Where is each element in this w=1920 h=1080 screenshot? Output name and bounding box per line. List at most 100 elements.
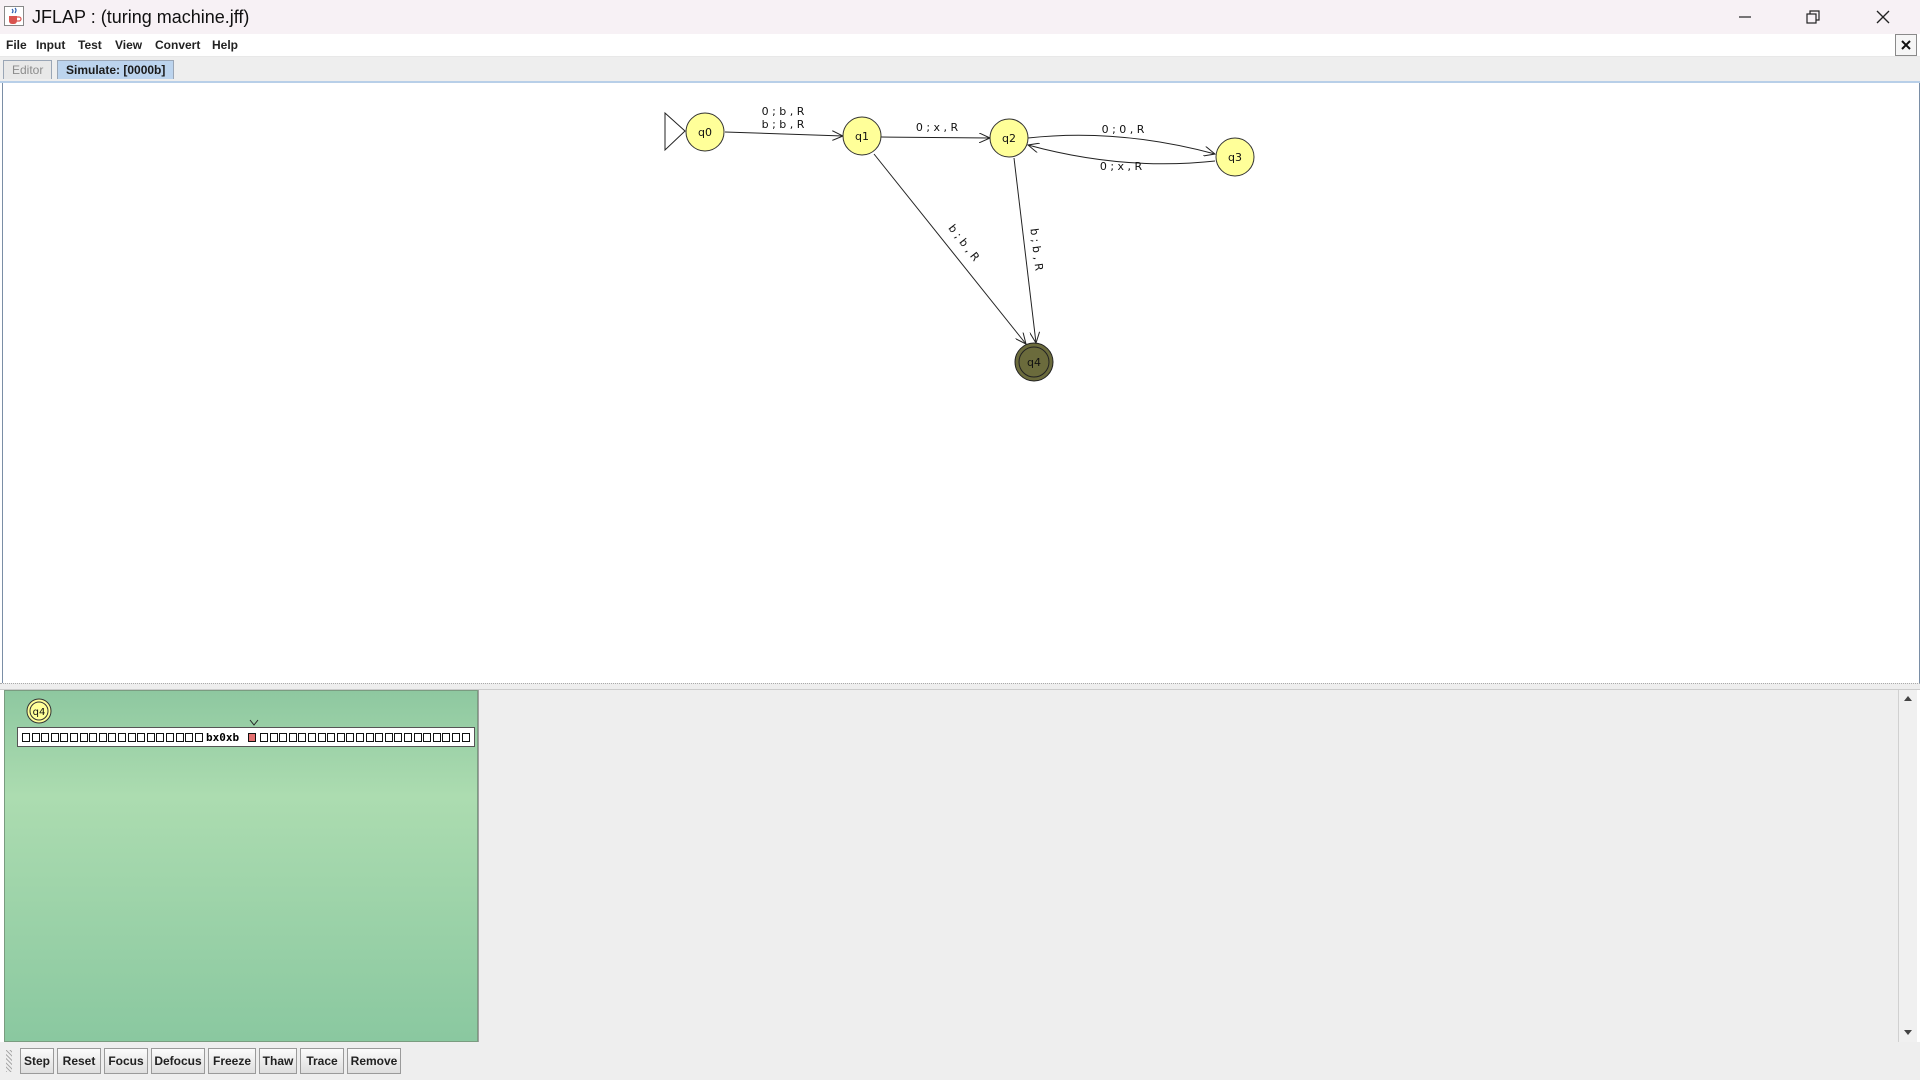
tape-blank-cell xyxy=(260,733,268,742)
tape-blank-cell xyxy=(423,733,432,742)
tape-blank-cell xyxy=(452,733,460,742)
menu-help[interactable]: Help xyxy=(212,38,238,52)
tape-blank-cell xyxy=(461,733,470,742)
menu-test[interactable]: Test xyxy=(78,38,102,52)
scroll-up-icon[interactable] xyxy=(1902,693,1914,703)
java-cup-icon xyxy=(4,6,24,26)
tape-blank-cell xyxy=(137,733,146,742)
tape-blank-cell xyxy=(50,733,59,742)
minimize-button[interactable] xyxy=(1710,0,1780,34)
thaw-button[interactable]: Thaw xyxy=(259,1048,297,1074)
tape-blank-cell xyxy=(288,733,297,742)
tape-blank-cell xyxy=(336,733,345,742)
close-icon xyxy=(1901,40,1911,50)
tape-blank-cell xyxy=(279,733,288,742)
tape-blank-cell xyxy=(298,733,307,742)
scroll-down-icon[interactable] xyxy=(1902,1028,1914,1038)
tape-blank-cell xyxy=(346,733,355,742)
tape-blank-cell xyxy=(41,733,50,742)
tape-blank-cell xyxy=(356,733,364,742)
transition-label: 0 ; x , R xyxy=(1100,160,1143,173)
transition-q3-q2[interactable]: 0 ; x , R xyxy=(1028,145,1216,173)
window-title: JFLAP : (turing machine.jff) xyxy=(32,7,250,27)
freeze-button[interactable]: Freeze xyxy=(208,1048,256,1074)
tape-blank-cell xyxy=(432,733,441,742)
menu-convert[interactable]: Convert xyxy=(155,38,200,52)
tape-blank-cell xyxy=(194,733,203,742)
vertical-scrollbar[interactable] xyxy=(1898,690,1917,1042)
transition-q2-q4[interactable]: b ; b , R xyxy=(1013,157,1046,343)
defocus-button[interactable]: Defocus xyxy=(151,1048,205,1074)
tape-blank-cell xyxy=(79,733,88,742)
menu-file[interactable]: File xyxy=(6,38,27,52)
tape-blank-cell xyxy=(108,733,117,742)
state-diagram[interactable]: 0 ; b , R b ; b , R 0 ; x , R 0 ; 0 , R … xyxy=(3,83,1919,683)
minimize-icon xyxy=(1739,16,1751,18)
menu-input[interactable]: Input xyxy=(36,38,65,52)
menu-bar: File Input Test View Convert Help xyxy=(0,34,1920,57)
tape-blank-cell xyxy=(175,733,184,742)
state-q3[interactable]: q3 xyxy=(1215,137,1255,177)
tape-blank-cell xyxy=(146,733,155,742)
configuration-panel[interactable]: q4 bx0xb xyxy=(4,690,478,1042)
restore-icon xyxy=(1806,10,1820,24)
current-state-indicator: q4 xyxy=(26,698,52,724)
transition-label: 0 ; 0 , R xyxy=(1102,123,1145,136)
tape-blank-cell xyxy=(269,733,278,742)
automaton-canvas[interactable]: 0 ; b , R b ; b , R 0 ; x , R 0 ; 0 , R … xyxy=(2,83,1920,683)
restore-button[interactable] xyxy=(1778,0,1848,34)
tape-blank-cell xyxy=(127,733,136,742)
tape-blank-cell xyxy=(22,733,30,742)
state-label: q2 xyxy=(1002,132,1016,145)
trace-button[interactable]: Trace xyxy=(300,1048,344,1074)
tape-blank-cell xyxy=(308,733,316,742)
tape-blank-cell xyxy=(118,733,126,742)
tape-blank-cell xyxy=(394,733,403,742)
close-tab-button[interactable] xyxy=(1895,34,1917,56)
tape-blank-cell xyxy=(317,733,326,742)
tape-blank-cell xyxy=(98,733,107,742)
state-label: q4 xyxy=(1027,356,1041,369)
state-q4-accepting[interactable]: q4 xyxy=(1014,342,1054,382)
tape-blank-cell xyxy=(31,733,40,742)
tab-strip: Editor Simulate: [0000b] xyxy=(0,57,1920,81)
tape-blank-cell xyxy=(442,733,451,742)
state-label: q0 xyxy=(698,126,712,139)
menu-view[interactable]: View xyxy=(115,38,142,52)
trace-panel xyxy=(478,690,1899,1042)
transition-label: b ; b , R xyxy=(762,118,805,131)
tab-editor[interactable]: Editor xyxy=(3,60,53,79)
tab-simulate[interactable]: Simulate: [0000b] xyxy=(57,60,175,79)
tape-blank-cell xyxy=(327,733,336,742)
tape-blank-cell xyxy=(60,733,69,742)
transition-label: b ; b , R xyxy=(1027,228,1045,272)
focus-button[interactable]: Focus xyxy=(104,1048,148,1074)
tape-blank-cell xyxy=(156,733,165,742)
current-state-label: q4 xyxy=(33,707,46,718)
state-q0[interactable]: q0 xyxy=(685,112,725,152)
tape-blank-cell xyxy=(413,733,422,742)
state-label: q1 xyxy=(855,130,869,143)
tape-head-icon xyxy=(249,719,259,726)
transition-q2-q3[interactable]: 0 ; 0 , R xyxy=(1027,123,1215,154)
simulation-toolbar: Step Reset Focus Defocus Freeze Thaw Tra… xyxy=(0,1042,1920,1080)
transition-label: b ; b , R xyxy=(945,222,982,264)
transition-label: 0 ; b , R xyxy=(762,105,805,118)
state-label: q3 xyxy=(1228,151,1242,164)
tape-blank-cell xyxy=(375,733,384,742)
transition-q0-q1[interactable]: 0 ; b , R b ; b , R xyxy=(724,105,843,136)
toolbar-grip[interactable] xyxy=(6,1050,12,1072)
tape-blank-cell xyxy=(384,733,393,742)
step-button[interactable]: Step xyxy=(20,1048,54,1074)
remove-button[interactable]: Remove xyxy=(347,1048,401,1074)
state-q2[interactable]: q2 xyxy=(989,118,1029,158)
transition-q1-q4[interactable]: b ; b , R xyxy=(873,153,1026,344)
state-q1[interactable]: q1 xyxy=(842,116,882,156)
tape-blank-cell xyxy=(404,733,412,742)
pane-splitter[interactable] xyxy=(0,683,1920,690)
tape-blank-cell xyxy=(185,733,194,742)
reset-button[interactable]: Reset xyxy=(57,1048,101,1074)
close-window-button[interactable] xyxy=(1848,0,1918,34)
transition-q1-q2[interactable]: 0 ; x , R xyxy=(880,121,990,138)
tape-blank-cell xyxy=(166,733,174,742)
